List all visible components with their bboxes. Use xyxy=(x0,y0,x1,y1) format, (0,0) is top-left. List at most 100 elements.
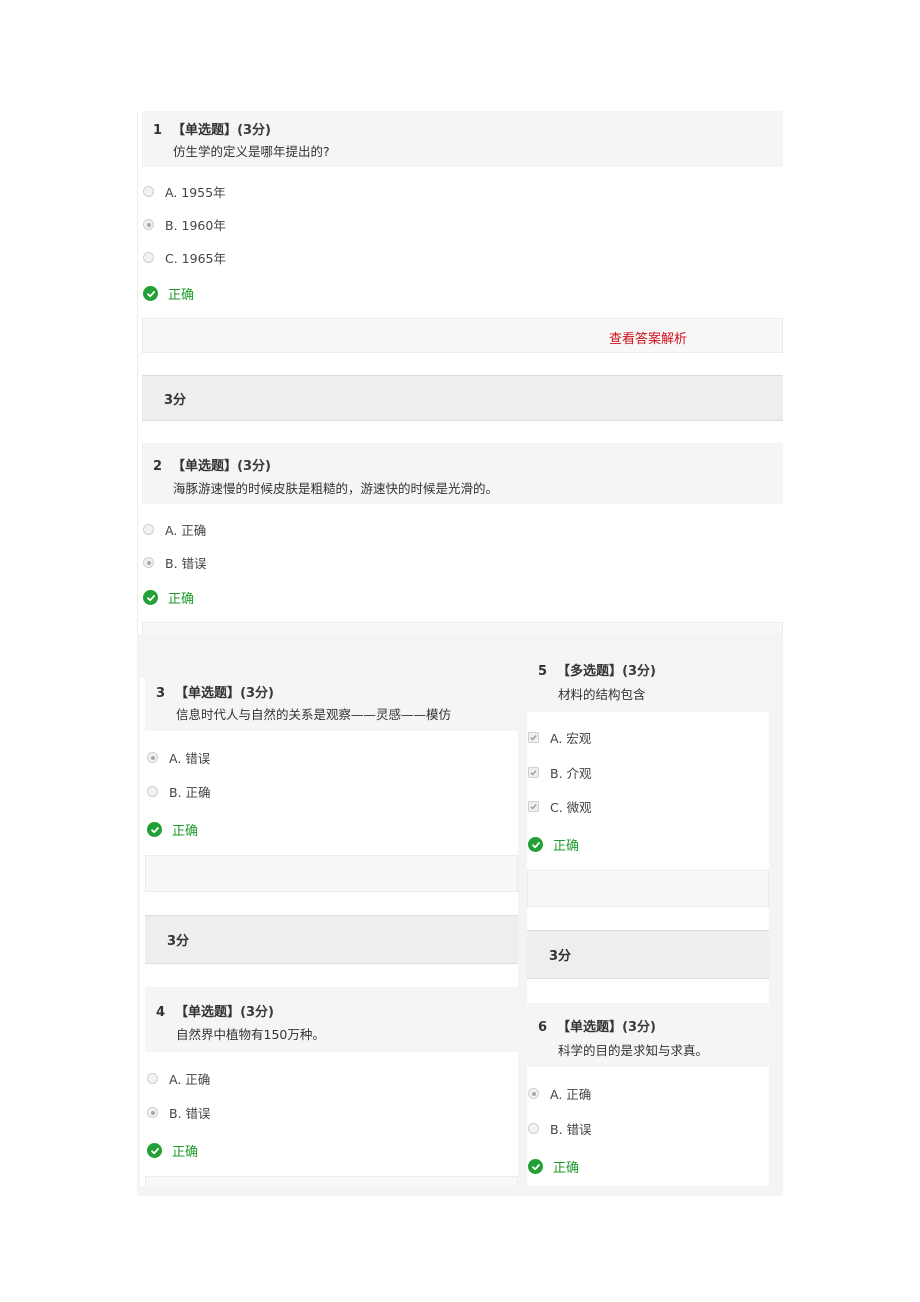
radio-button-selected[interactable] xyxy=(528,1088,539,1099)
question-3-text: 信息时代人与自然的关系是观察——灵感——模仿 xyxy=(176,707,452,722)
option-label: B. 错误 xyxy=(550,1122,592,1137)
result-2: 正确 xyxy=(143,588,194,607)
question-6-title: 6 【单选题】(3分) xyxy=(538,1016,656,1035)
check-circle-icon xyxy=(143,590,158,605)
radio-button-selected[interactable] xyxy=(147,1107,158,1118)
question-number: 6 xyxy=(538,1020,548,1035)
question-number: 2 xyxy=(153,459,163,474)
option-5c[interactable]: C. 微观 xyxy=(528,797,592,816)
result-4: 正确 xyxy=(147,1141,198,1160)
question-score: (3分) xyxy=(237,459,271,474)
option-6b[interactable]: B. 错误 xyxy=(528,1119,592,1138)
option-label: A. 正确 xyxy=(169,1072,211,1087)
question-5-header: 5 【多选题】(3分) 材料的结构包含 xyxy=(527,650,769,712)
question-2-header: 2 【单选题】(3分) 海豚游速慢的时候皮肤是粗糙的，游速快的时候是光滑的。 xyxy=(142,443,783,504)
radio-button-selected[interactable] xyxy=(147,752,158,763)
score-bar: 3分 xyxy=(145,915,518,964)
check-circle-icon xyxy=(528,1159,543,1174)
option-label: B. 正确 xyxy=(169,785,211,800)
result-label: 正确 xyxy=(168,592,195,607)
option-label: A. 正确 xyxy=(165,523,207,538)
radio-button[interactable] xyxy=(143,524,154,535)
question-2-title: 2 【单选题】(3分) xyxy=(153,455,271,474)
analysis-bar xyxy=(142,622,783,634)
question-5-title: 5 【多选题】(3分) xyxy=(538,660,656,679)
radio-button-selected[interactable] xyxy=(143,557,154,568)
checkbox-checked[interactable] xyxy=(528,767,539,778)
question-type: 【单选题】 xyxy=(172,459,238,474)
question-2-text: 海豚游速慢的时候皮肤是粗糙的，游速快的时候是光滑的。 xyxy=(173,481,499,496)
result-label: 正确 xyxy=(553,839,580,854)
option-4b[interactable]: B. 错误 xyxy=(147,1103,211,1122)
result-3: 正确 xyxy=(147,820,198,839)
question-4-title: 4 【单选题】(3分) xyxy=(156,1001,274,1020)
question-number: 3 xyxy=(156,686,166,701)
option-5b[interactable]: B. 介观 xyxy=(528,763,592,782)
question-4-text: 自然界中植物有150万种。 xyxy=(176,1027,325,1042)
radio-button[interactable] xyxy=(143,252,154,263)
radio-button[interactable] xyxy=(147,786,158,797)
question-score: (3分) xyxy=(240,1005,274,1020)
option-label: B. 错误 xyxy=(165,556,207,571)
option-2b[interactable]: B. 错误 xyxy=(143,553,207,572)
result-5: 正确 xyxy=(528,835,579,854)
option-1c[interactable]: C. 1965年 xyxy=(143,248,226,267)
question-5-text: 材料的结构包含 xyxy=(558,687,646,702)
right-column-gap xyxy=(519,650,527,1186)
radio-button-selected[interactable] xyxy=(143,219,154,230)
question-1-text: 仿生学的定义是哪年提出的? xyxy=(173,144,330,159)
question-type: 【单选题】 xyxy=(175,686,241,701)
option-label: A. 错误 xyxy=(169,751,211,766)
question-type: 【单选题】 xyxy=(557,1020,623,1035)
question-number: 5 xyxy=(538,664,548,679)
radio-button[interactable] xyxy=(143,186,154,197)
question-type: 【多选题】 xyxy=(557,664,623,679)
radio-button[interactable] xyxy=(147,1073,158,1084)
check-circle-icon xyxy=(147,822,162,837)
question-number: 4 xyxy=(156,1005,166,1020)
option-5a[interactable]: A. 宏观 xyxy=(528,728,591,747)
checkbox-checked[interactable] xyxy=(528,801,539,812)
option-3a[interactable]: A. 错误 xyxy=(147,748,210,767)
question-3-title: 3 【单选题】(3分) xyxy=(156,682,274,701)
option-1a[interactable]: A. 1955年 xyxy=(143,182,226,201)
analysis-bar xyxy=(145,855,518,892)
option-3b[interactable]: B. 正确 xyxy=(147,782,211,801)
question-4-header: 4 【单选题】(3分) 自然界中植物有150万种。 xyxy=(145,987,518,1052)
question-1-header: 1 【单选题】(3分) 仿生学的定义是哪年提出的? xyxy=(142,111,783,167)
question-3-header: 3 【单选题】(3分) 信息时代人与自然的关系是观察——灵感——模仿 xyxy=(145,678,518,731)
option-label: C. 微观 xyxy=(550,800,592,815)
result-6: 正确 xyxy=(528,1157,579,1176)
result-label: 正确 xyxy=(168,288,195,303)
result-label: 正确 xyxy=(172,824,199,839)
analysis-bar xyxy=(145,1176,518,1186)
result-1: 正确 xyxy=(143,284,194,303)
result-label: 正确 xyxy=(553,1161,580,1176)
option-label: A. 1955年 xyxy=(165,185,226,200)
question-number: 1 xyxy=(153,123,163,138)
question-6-text: 科学的目的是求知与求真。 xyxy=(558,1043,709,1058)
option-label: A. 宏观 xyxy=(550,731,592,746)
score-bar: 3分 xyxy=(527,930,769,979)
question-score: (3分) xyxy=(622,664,656,679)
check-circle-icon xyxy=(143,286,158,301)
view-analysis-link[interactable]: 查看答案解析 xyxy=(609,328,687,347)
checkbox-checked[interactable] xyxy=(528,732,539,743)
option-6a[interactable]: A. 正确 xyxy=(528,1084,591,1103)
analysis-bar xyxy=(527,870,769,907)
option-label: A. 正确 xyxy=(550,1087,592,1102)
check-circle-icon xyxy=(147,1143,162,1158)
question-score: (3分) xyxy=(237,123,271,138)
option-label: C. 1965年 xyxy=(165,251,226,266)
option-2a[interactable]: A. 正确 xyxy=(143,520,206,539)
top-card xyxy=(137,111,784,634)
option-4a[interactable]: A. 正确 xyxy=(147,1069,210,1088)
option-label: B. 介观 xyxy=(550,766,592,781)
radio-button[interactable] xyxy=(528,1123,539,1134)
question-score: (3分) xyxy=(622,1020,656,1035)
question-type: 【单选题】 xyxy=(175,1005,241,1020)
result-label: 正确 xyxy=(172,1145,199,1160)
analysis-bar: 查看答案解析 xyxy=(142,318,783,353)
option-1b[interactable]: B. 1960年 xyxy=(143,215,226,234)
question-1-title: 1 【单选题】(3分) xyxy=(153,119,271,138)
